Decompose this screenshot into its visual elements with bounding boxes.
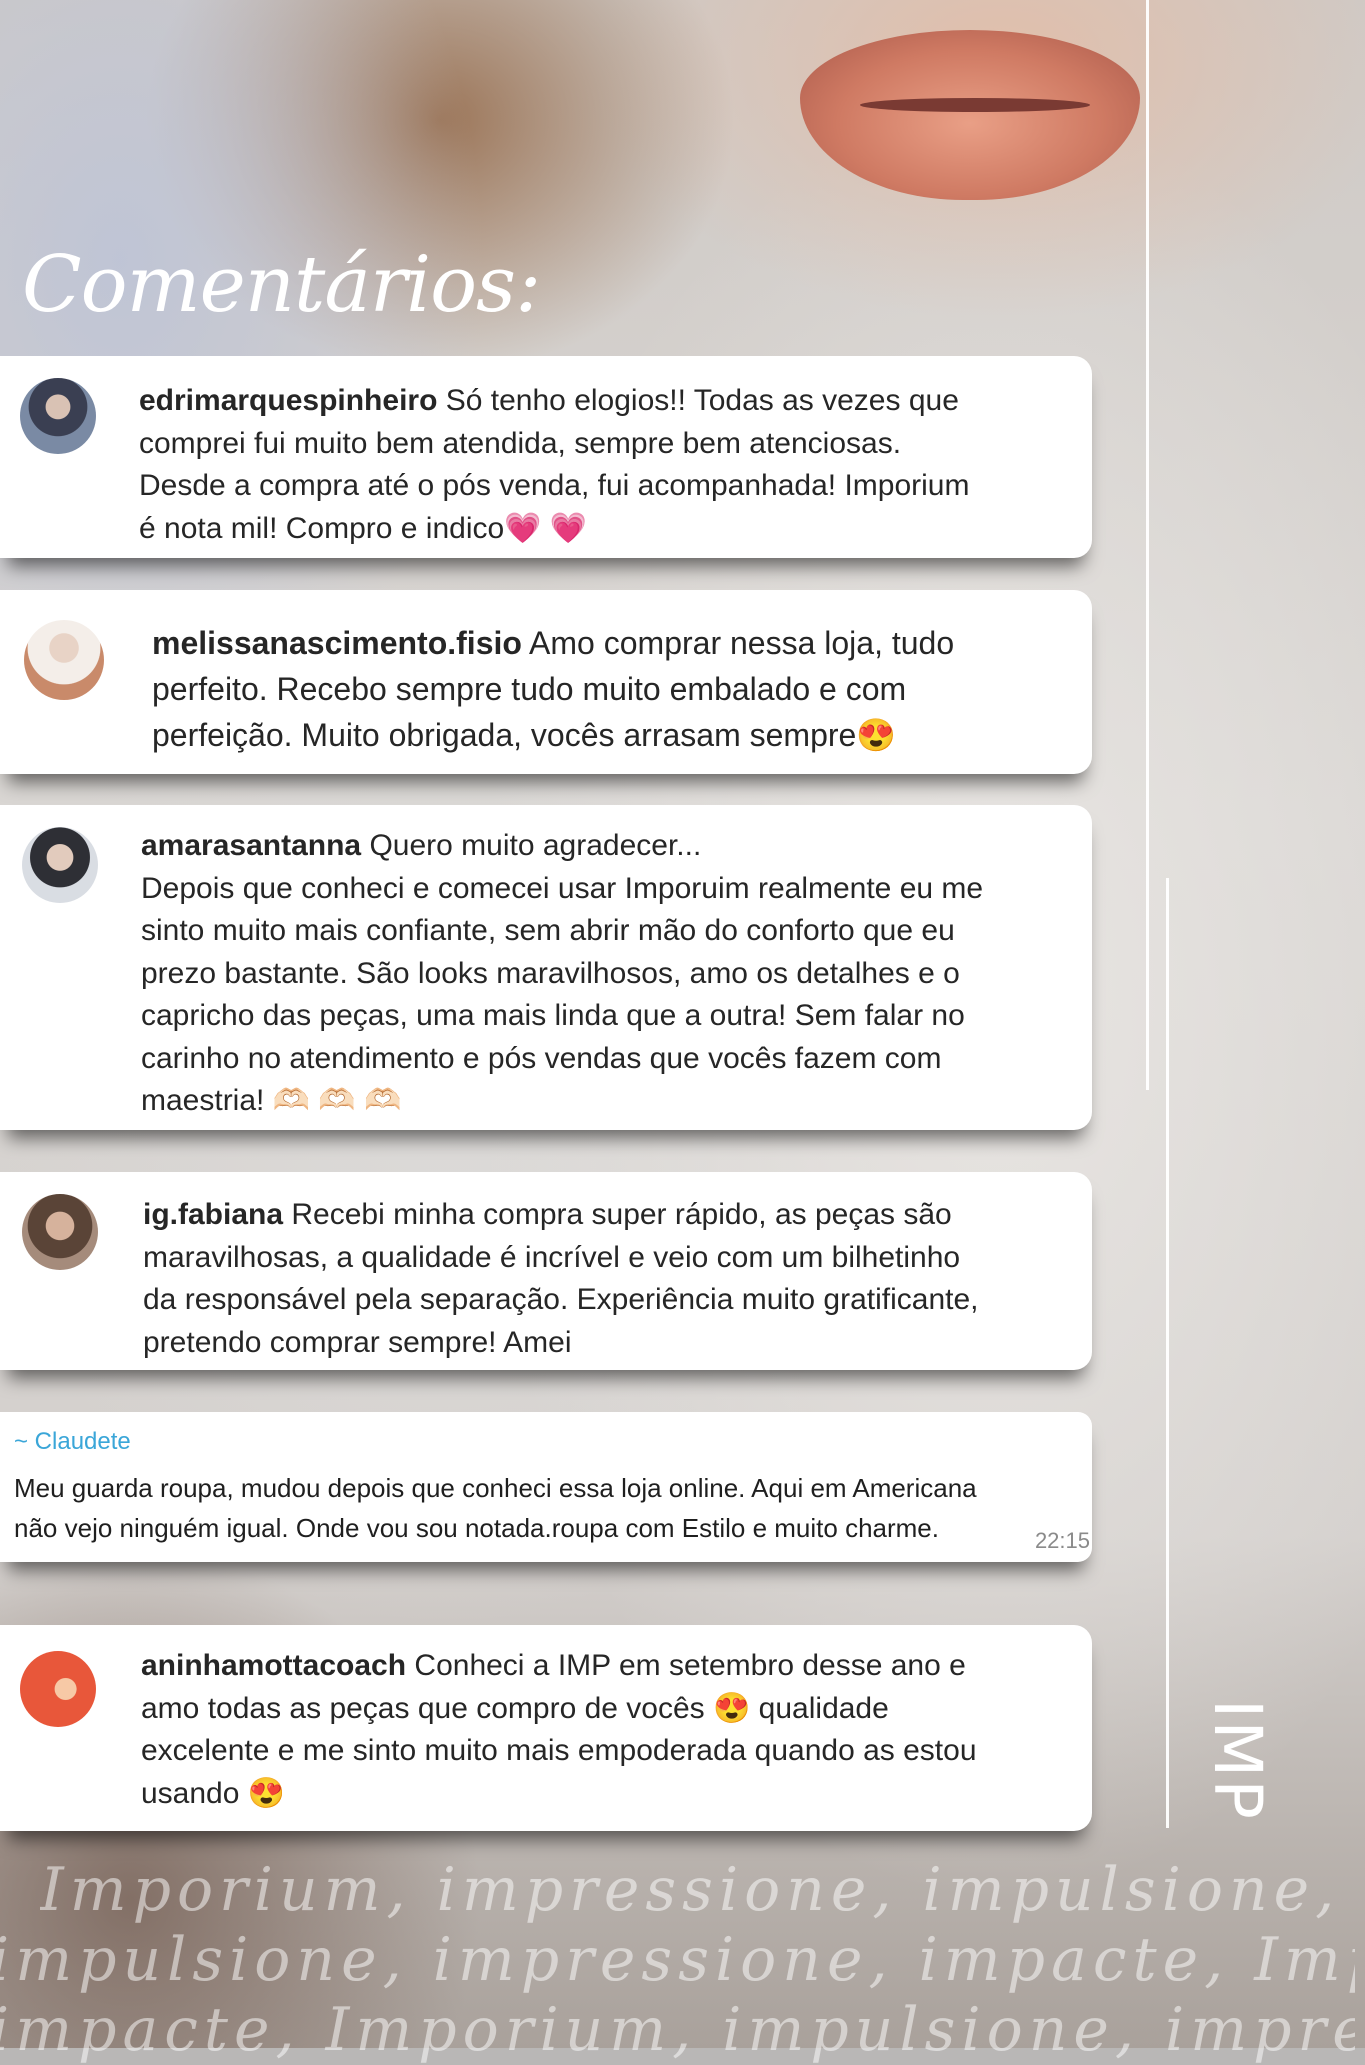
message-text: Meu guarda roupa, mudou depois que conhe… [14,1473,977,1543]
message-time: 22:15 [1034,1528,1090,1553]
avatar [22,827,98,903]
avatar [22,1194,98,1270]
avatar [24,620,104,700]
message-sender[interactable]: ~ Claudete [14,1428,131,1456]
comment-body: ig.fabiana Recebi minha compra super ráp… [143,1194,1072,1364]
comment-card: aninhamottacoach Conheci a IMP em setemb… [0,1625,1092,1831]
comment-body: melissanascimento.fisio Amo comprar ness… [152,620,1072,758]
comment-card: melissanascimento.fisio Amo comprar ness… [0,590,1092,774]
comment-username[interactable]: aninhamottacoach [141,1649,406,1682]
watermark-line-3: impacte, Imporium, impulsione, impressio… [0,1995,1355,2065]
lips-photo-detail [800,30,1140,200]
whatsapp-message: ~ Claudete Meu guarda roupa, mudou depoi… [0,1412,1092,1562]
comment-card: edrimarquespinheiro Só tenho elogios!! T… [0,356,1092,558]
comment-username[interactable]: edrimarquespinheiro [139,384,437,417]
divider-line-lower [1166,878,1169,1828]
comment-card: amarasantanna Quero muito agradecer... D… [0,805,1092,1130]
comment-body: aninhamottacoach Conheci a IMP em setemb… [141,1645,1072,1815]
comment-username[interactable]: ig.fabiana [143,1198,283,1231]
page-title: Comentários: [22,240,541,330]
comment-username[interactable]: melissanascimento.fisio [152,625,522,661]
divider-line-upper [1146,0,1149,1090]
avatar [20,1651,96,1727]
comment-username[interactable]: amarasantanna [141,829,361,862]
imp-logo: IMP [1199,1698,1277,1822]
comment-text: Quero muito agradecer... Depois que conh… [141,829,984,1117]
comment-body: edrimarquespinheiro Só tenho elogios!! T… [139,380,1072,550]
avatar [20,378,96,454]
comment-body: amarasantanna Quero muito agradecer... D… [141,825,1072,1123]
watermark-line-2: impulsione, impressione, impacte, Impori… [0,1925,1355,1995]
comment-card: ig.fabiana Recebi minha compra super ráp… [0,1172,1092,1370]
watermark-line-1: Imporium, impressione, impulsione, impac… [40,1855,1365,1925]
